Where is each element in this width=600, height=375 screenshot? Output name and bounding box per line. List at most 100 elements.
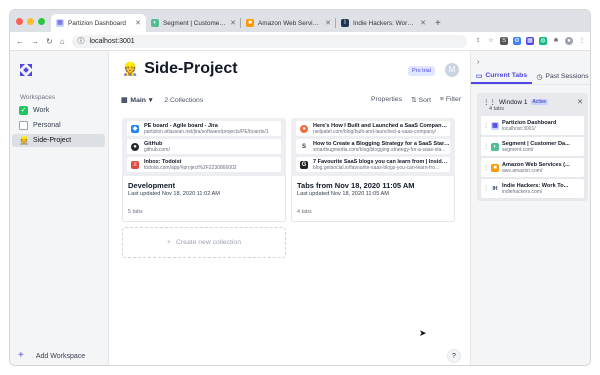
link-card[interactable]: G 7 Favourite SaaS blogs you can learn f… <box>296 157 450 172</box>
info-icon[interactable]: ⓘ <box>78 36 85 46</box>
link-card[interactable]: ◆ PE board - Agile board - Jira partizion… <box>127 121 281 136</box>
collection-card-development[interactable]: ◆ PE board - Agile board - Jira partizion… <box>122 118 286 222</box>
sidebar-item-personal[interactable]: Personal <box>12 119 105 132</box>
browser-tab-strip: ▦ Partizion Dashboard ✕ ◐ Segment | Cust… <box>10 10 590 32</box>
window-icon: ▭ <box>475 72 483 80</box>
checkmark-icon: ✓ <box>19 106 28 115</box>
share-icon[interactable]: ⇪ <box>474 37 482 45</box>
chevron-right-icon[interactable]: › <box>477 59 479 66</box>
link-card[interactable]: S How to Create a Blogging Strategy for … <box>296 139 450 154</box>
tab-past-sessions[interactable]: ◷ Past Sessions <box>532 69 590 84</box>
forward-arrow-icon[interactable]: → <box>31 37 39 46</box>
partizion-logo-icon[interactable] <box>19 63 33 77</box>
window-title: Window 1 <box>499 98 528 106</box>
extension-settings-icon[interactable]: ⚙ <box>513 37 521 45</box>
open-tab-card[interactable]: ⋮ ▦ Partizion Dashboard localhost:3001/ <box>481 116 584 135</box>
browser-tab-title: Indie Hackers: Work Together to <box>353 19 416 27</box>
browser-tab-partizion[interactable]: ▦ Partizion Dashboard ✕ <box>51 14 146 32</box>
link-card[interactable]: ● GitHub github.com/ <box>127 139 281 154</box>
close-tab-icon[interactable]: ✕ <box>135 19 141 27</box>
link-card[interactable]: ● Here's How I Built and Launched a SaaS… <box>296 121 450 136</box>
properties-button[interactable]: Properties <box>371 96 402 104</box>
extension-s-icon[interactable]: S <box>500 37 508 45</box>
bookmark-star-icon[interactable]: ☆ <box>487 37 495 45</box>
link-url: todoist.com/app/#project%2F2230866002 <box>144 164 237 171</box>
tab-url: indiehackers.com/ <box>502 188 543 195</box>
close-tab-icon[interactable]: ✕ <box>230 19 236 27</box>
active-badge: Active <box>530 99 549 105</box>
close-icon[interactable]: ✕ <box>577 98 583 106</box>
indiehackers-icon: I <box>341 19 349 27</box>
pro-trial-badge[interactable]: Pro trial <box>408 66 435 76</box>
plus-icon: + <box>18 350 24 361</box>
extension-partizion-icon[interactable]: ▦ <box>526 37 534 45</box>
maximize-window-button[interactable] <box>38 18 45 25</box>
collections-toolbar: ▦ Main ▾ 2 Collections Properties ⇅ Sort… <box>121 94 461 106</box>
view-selector[interactable]: ▦ Main ▾ <box>121 96 152 105</box>
drag-handle-icon[interactable]: ⋮ <box>483 122 489 129</box>
indiehackers-icon: IH <box>491 184 499 193</box>
reload-icon[interactable]: ↻ <box>46 37 53 46</box>
collection-updated: Last updated Nov 18, 2020 11:02 AM <box>128 191 220 197</box>
history-icon: ◷ <box>536 73 543 81</box>
tab-current-tabs[interactable]: ▭ Current Tabs <box>471 69 532 84</box>
link-title: Here's How I Built and Launched a SaaS C… <box>313 122 450 129</box>
close-window-button[interactable] <box>16 18 23 25</box>
drag-handle-icon[interactable]: ⋮⋮ <box>483 98 496 106</box>
browser-tab-segment[interactable]: ◐ Segment | Customer Data Platform ✕ <box>146 14 241 32</box>
home-icon[interactable]: ⌂ <box>60 37 65 46</box>
extensions-bar: ⇪ ☆ S ⚙ ▦ ◍ ✱ ● ⋮ <box>474 37 586 45</box>
link-url: smartbugmedia.com/blog/blogging-strategy… <box>313 146 446 153</box>
collection-tabs-count: 5 tabs <box>128 209 143 215</box>
puzzle-icon[interactable]: ✱ <box>552 37 560 45</box>
workspaces-heading: Workspaces <box>20 94 56 101</box>
link-card[interactable]: ≡ Inbox: Todoist todoist.com/app/#project… <box>127 157 281 172</box>
menu-dots-icon[interactable]: ⋮ <box>578 37 586 45</box>
drag-handle-icon[interactable]: ⋮ <box>483 164 489 171</box>
avatar[interactable]: M <box>445 63 459 77</box>
minimize-window-button[interactable] <box>27 18 34 25</box>
open-tab-card[interactable]: ⋮ ■ Amazon Web Services (... aws.amazon.c… <box>481 158 584 177</box>
link-title: How to Create a Blogging Strategy for a … <box>313 140 450 147</box>
open-tab-card[interactable]: ⋮ ◐ Segment | Customer Da... segment.com/ <box>481 137 584 156</box>
add-workspace-button[interactable]: + Add Workspace <box>18 351 85 361</box>
window-controls <box>10 18 51 32</box>
tab-label: Current Tabs <box>485 72 528 79</box>
sort-button[interactable]: ⇅ Sort <box>411 96 431 104</box>
plus-icon: + <box>167 239 171 246</box>
create-collection-button[interactable]: + Create new collection <box>122 227 286 258</box>
sidebar-item-label: Work <box>33 107 50 114</box>
sidebar-item-label: Personal <box>33 122 61 129</box>
extension-globe-icon[interactable]: ◍ <box>539 37 547 45</box>
help-button[interactable]: ? <box>447 349 461 363</box>
browser-tab-indiehackers[interactable]: I Indie Hackers: Work Together to ✕ <box>336 14 431 32</box>
page-title-text: Side-Project <box>144 60 238 77</box>
link-url: github.com/ <box>144 146 170 153</box>
close-tab-icon[interactable]: ✕ <box>325 19 331 27</box>
filter-button[interactable]: ≡ Filter <box>440 96 461 104</box>
address-bar: ← → ↻ ⌂ ⓘ localhost:3001 ⇪ ☆ S ⚙ ▦ ◍ ✱ ●… <box>10 32 590 51</box>
open-tab-card[interactable]: ⋮ IH Indie Hackers: Work To... indiehacke… <box>481 179 584 198</box>
collection-card-tabs-nov-18[interactable]: ● Here's How I Built and Launched a SaaS… <box>291 118 455 222</box>
neilpatel-icon: ● <box>300 124 308 133</box>
close-tab-icon[interactable]: ✕ <box>420 19 426 27</box>
link-url: neilpatel.com/blog/built-and-launched-a-… <box>313 128 436 135</box>
square-icon <box>19 121 28 130</box>
sidebar-item-side-project[interactable]: 👷 Side-Project <box>12 134 105 147</box>
browser-tab-title: Segment | Customer Data Platform <box>163 19 226 27</box>
partizion-icon: ▦ <box>491 121 499 130</box>
drag-handle-icon[interactable]: ⋮ <box>483 185 489 192</box>
profile-icon[interactable]: ● <box>565 37 573 45</box>
url-input[interactable]: ⓘ localhost:3001 <box>71 34 467 48</box>
construction-worker-icon: 👷 <box>122 61 139 76</box>
new-tab-button[interactable]: + <box>431 18 445 32</box>
sidebar-item-work[interactable]: ✓ Work <box>12 104 105 117</box>
tab-url: localhost:3001/ <box>502 125 536 132</box>
back-arrow-icon[interactable]: ← <box>16 37 24 46</box>
drag-handle-icon[interactable]: ⋮ <box>483 143 489 150</box>
collection-name: Development <box>128 181 176 190</box>
construction-worker-icon: 👷 <box>19 136 29 145</box>
browser-tab-aws[interactable]: ■ Amazon Web Services (AWS) ✕ <box>241 14 336 32</box>
smartbug-icon: S <box>300 142 308 151</box>
url-text: localhost:3001 <box>89 37 135 45</box>
